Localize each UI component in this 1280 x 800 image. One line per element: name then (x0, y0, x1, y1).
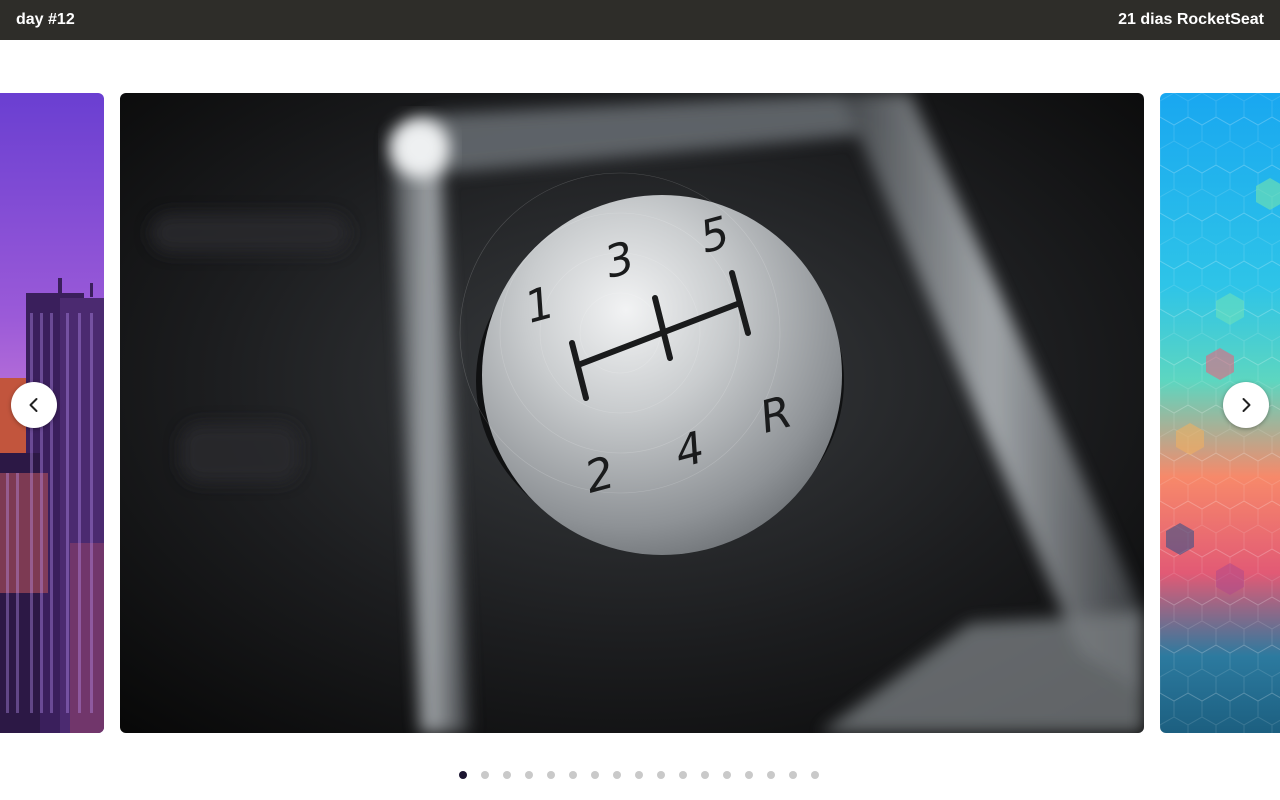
gear-shift-knob-image: 1 3 5 2 4 R (120, 93, 1144, 733)
pagination-dot[interactable] (745, 771, 753, 779)
pagination-dot[interactable] (547, 771, 555, 779)
pagination-dot[interactable] (525, 771, 533, 779)
pagination-dot[interactable] (767, 771, 775, 779)
pagination-dots (459, 771, 819, 779)
pagination-dot[interactable] (481, 771, 489, 779)
top-bar: day #12 21 dias RocketSeat (0, 0, 1280, 40)
next-slide-button[interactable] (1223, 382, 1269, 428)
pagination-dot[interactable] (657, 771, 665, 779)
pagination-dot[interactable] (569, 771, 577, 779)
pagination-dot[interactable] (811, 771, 819, 779)
slide-current[interactable]: 1 3 5 2 4 R (120, 93, 1144, 733)
pagination-dot[interactable] (723, 771, 731, 779)
chevron-left-icon (29, 398, 38, 412)
pagination-dot[interactable] (503, 771, 511, 779)
page-title: day #12 (16, 11, 75, 28)
pagination-dot[interactable] (635, 771, 643, 779)
pagination-dot[interactable] (613, 771, 621, 779)
pagination-dot[interactable] (789, 771, 797, 779)
chevron-right-icon (1242, 398, 1251, 412)
pagination-dot[interactable] (679, 771, 687, 779)
pagination-dot[interactable] (459, 771, 467, 779)
previous-slide-button[interactable] (11, 382, 57, 428)
pagination-dot[interactable] (701, 771, 709, 779)
brand-label: 21 dias RocketSeat (1118, 11, 1264, 28)
pagination-dot[interactable] (591, 771, 599, 779)
